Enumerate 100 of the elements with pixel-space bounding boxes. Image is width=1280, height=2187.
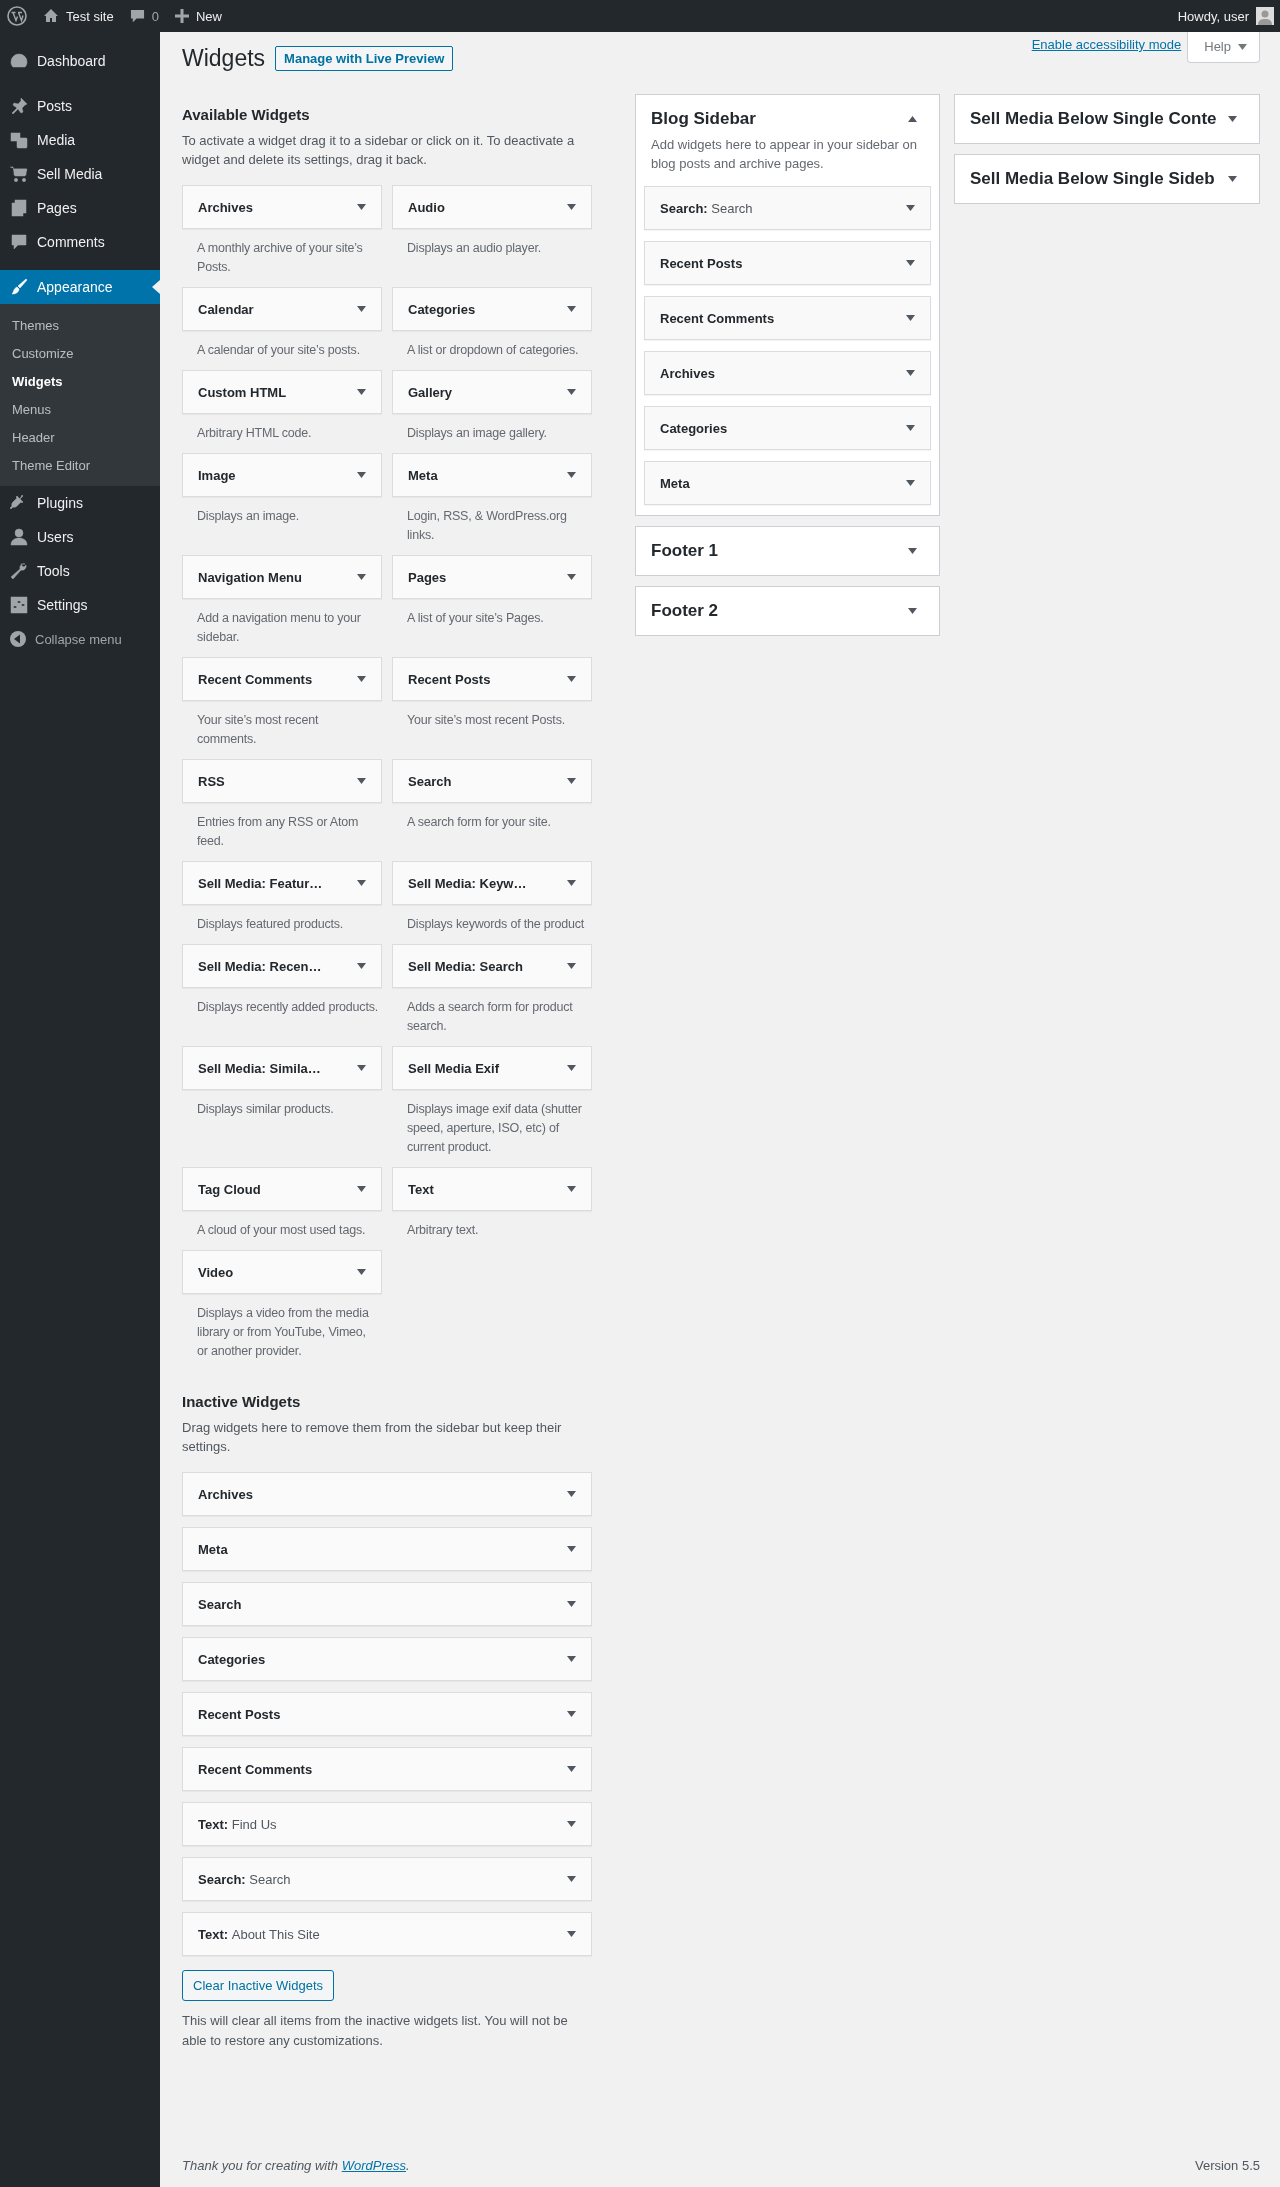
menu-item[interactable]: Appearance xyxy=(0,270,160,304)
account-menu[interactable]: Howdy, user xyxy=(1177,7,1274,25)
expand-arrow-icon[interactable] xyxy=(357,963,366,969)
expand-arrow-icon[interactable] xyxy=(567,574,576,580)
expand-arrow-icon[interactable] xyxy=(567,1931,576,1937)
expand-arrow-icon[interactable] xyxy=(908,548,917,554)
expand-arrow-icon[interactable] xyxy=(357,574,366,580)
widget-bar[interactable]: Archives xyxy=(644,351,931,395)
submenu-item[interactable]: Themes xyxy=(0,311,160,339)
widget-bar[interactable]: Categories xyxy=(644,406,931,450)
sidebar-title[interactable]: Footer 1 xyxy=(651,541,719,561)
menu-item[interactable]: Comments xyxy=(0,225,160,259)
expand-arrow-icon[interactable] xyxy=(908,608,917,614)
new-content-link[interactable]: New xyxy=(174,8,222,24)
expand-arrow-icon[interactable] xyxy=(567,1821,576,1827)
expand-arrow-icon[interactable] xyxy=(567,1876,576,1882)
menu-item[interactable]: Sell Media xyxy=(0,157,160,191)
widget-bar[interactable]: Search xyxy=(182,1582,592,1626)
expand-arrow-icon[interactable] xyxy=(357,389,366,395)
expand-arrow-icon[interactable] xyxy=(906,205,915,211)
expand-arrow-icon[interactable] xyxy=(567,1186,576,1192)
submenu-item[interactable]: Widgets xyxy=(0,367,160,395)
widget-bar[interactable]: Categories xyxy=(182,1637,592,1681)
wordpress-logo-icon[interactable] xyxy=(7,6,27,26)
widget-bar[interactable]: Recent Posts xyxy=(644,241,931,285)
sidebar-title[interactable]: Sell Media Below Single Sideb xyxy=(970,169,1215,189)
widget-bar[interactable]: Sell Media: Search xyxy=(392,944,592,988)
widget-bar[interactable]: Archives xyxy=(182,1472,592,1516)
sidebar-title[interactable]: Footer 2 xyxy=(651,601,719,621)
menu-item[interactable]: Media xyxy=(0,123,160,157)
expand-arrow-icon[interactable] xyxy=(567,1766,576,1772)
expand-arrow-icon[interactable] xyxy=(567,676,576,682)
widget-bar[interactable]: Meta xyxy=(644,461,931,505)
menu-item[interactable]: Plugins xyxy=(0,486,160,520)
widget-bar[interactable]: Gallery xyxy=(392,370,592,414)
submenu-item[interactable]: Menus xyxy=(0,395,160,423)
live-preview-button[interactable]: Manage with Live Preview xyxy=(275,46,454,71)
collapse-arrow-icon[interactable] xyxy=(908,116,917,122)
widget-bar[interactable]: Recent Comments xyxy=(182,1747,592,1791)
expand-arrow-icon[interactable] xyxy=(567,880,576,886)
widget-bar[interactable]: Archives xyxy=(182,185,382,229)
widget-bar[interactable]: Text: Find Us xyxy=(182,1802,592,1846)
widget-bar[interactable]: Custom HTML xyxy=(182,370,382,414)
expand-arrow-icon[interactable] xyxy=(567,778,576,784)
sidebar-title[interactable]: Blog Sidebar xyxy=(651,109,756,129)
expand-arrow-icon[interactable] xyxy=(906,480,915,486)
widget-bar[interactable]: Meta xyxy=(392,453,592,497)
expand-arrow-icon[interactable] xyxy=(567,1065,576,1071)
menu-item[interactable]: Posts xyxy=(0,89,160,123)
expand-arrow-icon[interactable] xyxy=(567,963,576,969)
widget-bar[interactable]: Recent Posts xyxy=(392,657,592,701)
menu-item[interactable]: Users xyxy=(0,520,160,554)
widget-bar[interactable]: Navigation Menu xyxy=(182,555,382,599)
widget-bar[interactable]: RSS xyxy=(182,759,382,803)
widget-bar[interactable]: Meta xyxy=(182,1527,592,1571)
submenu-item[interactable]: Theme Editor xyxy=(0,451,160,479)
expand-arrow-icon[interactable] xyxy=(357,880,366,886)
widget-bar[interactable]: Sell Media: Featur… xyxy=(182,861,382,905)
menu-item[interactable]: Tools xyxy=(0,554,160,588)
expand-arrow-icon[interactable] xyxy=(567,1711,576,1717)
submenu-item[interactable]: Header xyxy=(0,423,160,451)
help-tab[interactable]: Help xyxy=(1187,32,1260,63)
collapse-menu-button[interactable]: Collapse menu xyxy=(0,622,160,656)
sidebar-title[interactable]: Sell Media Below Single Conte xyxy=(970,109,1217,129)
expand-arrow-icon[interactable] xyxy=(357,1065,366,1071)
expand-arrow-icon[interactable] xyxy=(357,204,366,210)
expand-arrow-icon[interactable] xyxy=(567,204,576,210)
widget-bar[interactable]: Text xyxy=(392,1167,592,1211)
expand-arrow-icon[interactable] xyxy=(357,778,366,784)
expand-arrow-icon[interactable] xyxy=(357,1186,366,1192)
widget-bar[interactable]: Search: Search xyxy=(644,186,931,230)
widget-bar[interactable]: Sell Media Exif xyxy=(392,1046,592,1090)
widget-bar[interactable]: Categories xyxy=(392,287,592,331)
widget-bar[interactable]: Sell Media: Recen… xyxy=(182,944,382,988)
expand-arrow-icon[interactable] xyxy=(1228,176,1237,182)
expand-arrow-icon[interactable] xyxy=(567,1601,576,1607)
widget-bar[interactable]: Search: Search xyxy=(182,1857,592,1901)
menu-item[interactable]: Pages xyxy=(0,191,160,225)
expand-arrow-icon[interactable] xyxy=(906,260,915,266)
accessibility-mode-link[interactable]: Enable accessibility mode xyxy=(1031,37,1182,52)
expand-arrow-icon[interactable] xyxy=(567,1546,576,1552)
widget-bar[interactable]: Text: About This Site xyxy=(182,1912,592,1956)
menu-item[interactable]: Settings xyxy=(0,588,160,622)
widget-bar[interactable]: Sell Media: Keyw… xyxy=(392,861,592,905)
expand-arrow-icon[interactable] xyxy=(357,472,366,478)
expand-arrow-icon[interactable] xyxy=(1228,116,1237,122)
widget-bar[interactable]: Search xyxy=(392,759,592,803)
widget-bar[interactable]: Sell Media: Simila… xyxy=(182,1046,382,1090)
widget-bar[interactable]: Recent Posts xyxy=(182,1692,592,1736)
wordpress-link[interactable]: WordPress xyxy=(341,2158,406,2173)
widget-bar[interactable]: Calendar xyxy=(182,287,382,331)
widget-bar[interactable]: Video xyxy=(182,1250,382,1294)
submenu-item[interactable]: Customize xyxy=(0,339,160,367)
comments-link[interactable]: 0 xyxy=(129,8,159,24)
expand-arrow-icon[interactable] xyxy=(567,306,576,312)
expand-arrow-icon[interactable] xyxy=(567,472,576,478)
expand-arrow-icon[interactable] xyxy=(567,389,576,395)
expand-arrow-icon[interactable] xyxy=(357,1269,366,1275)
expand-arrow-icon[interactable] xyxy=(567,1656,576,1662)
expand-arrow-icon[interactable] xyxy=(906,315,915,321)
